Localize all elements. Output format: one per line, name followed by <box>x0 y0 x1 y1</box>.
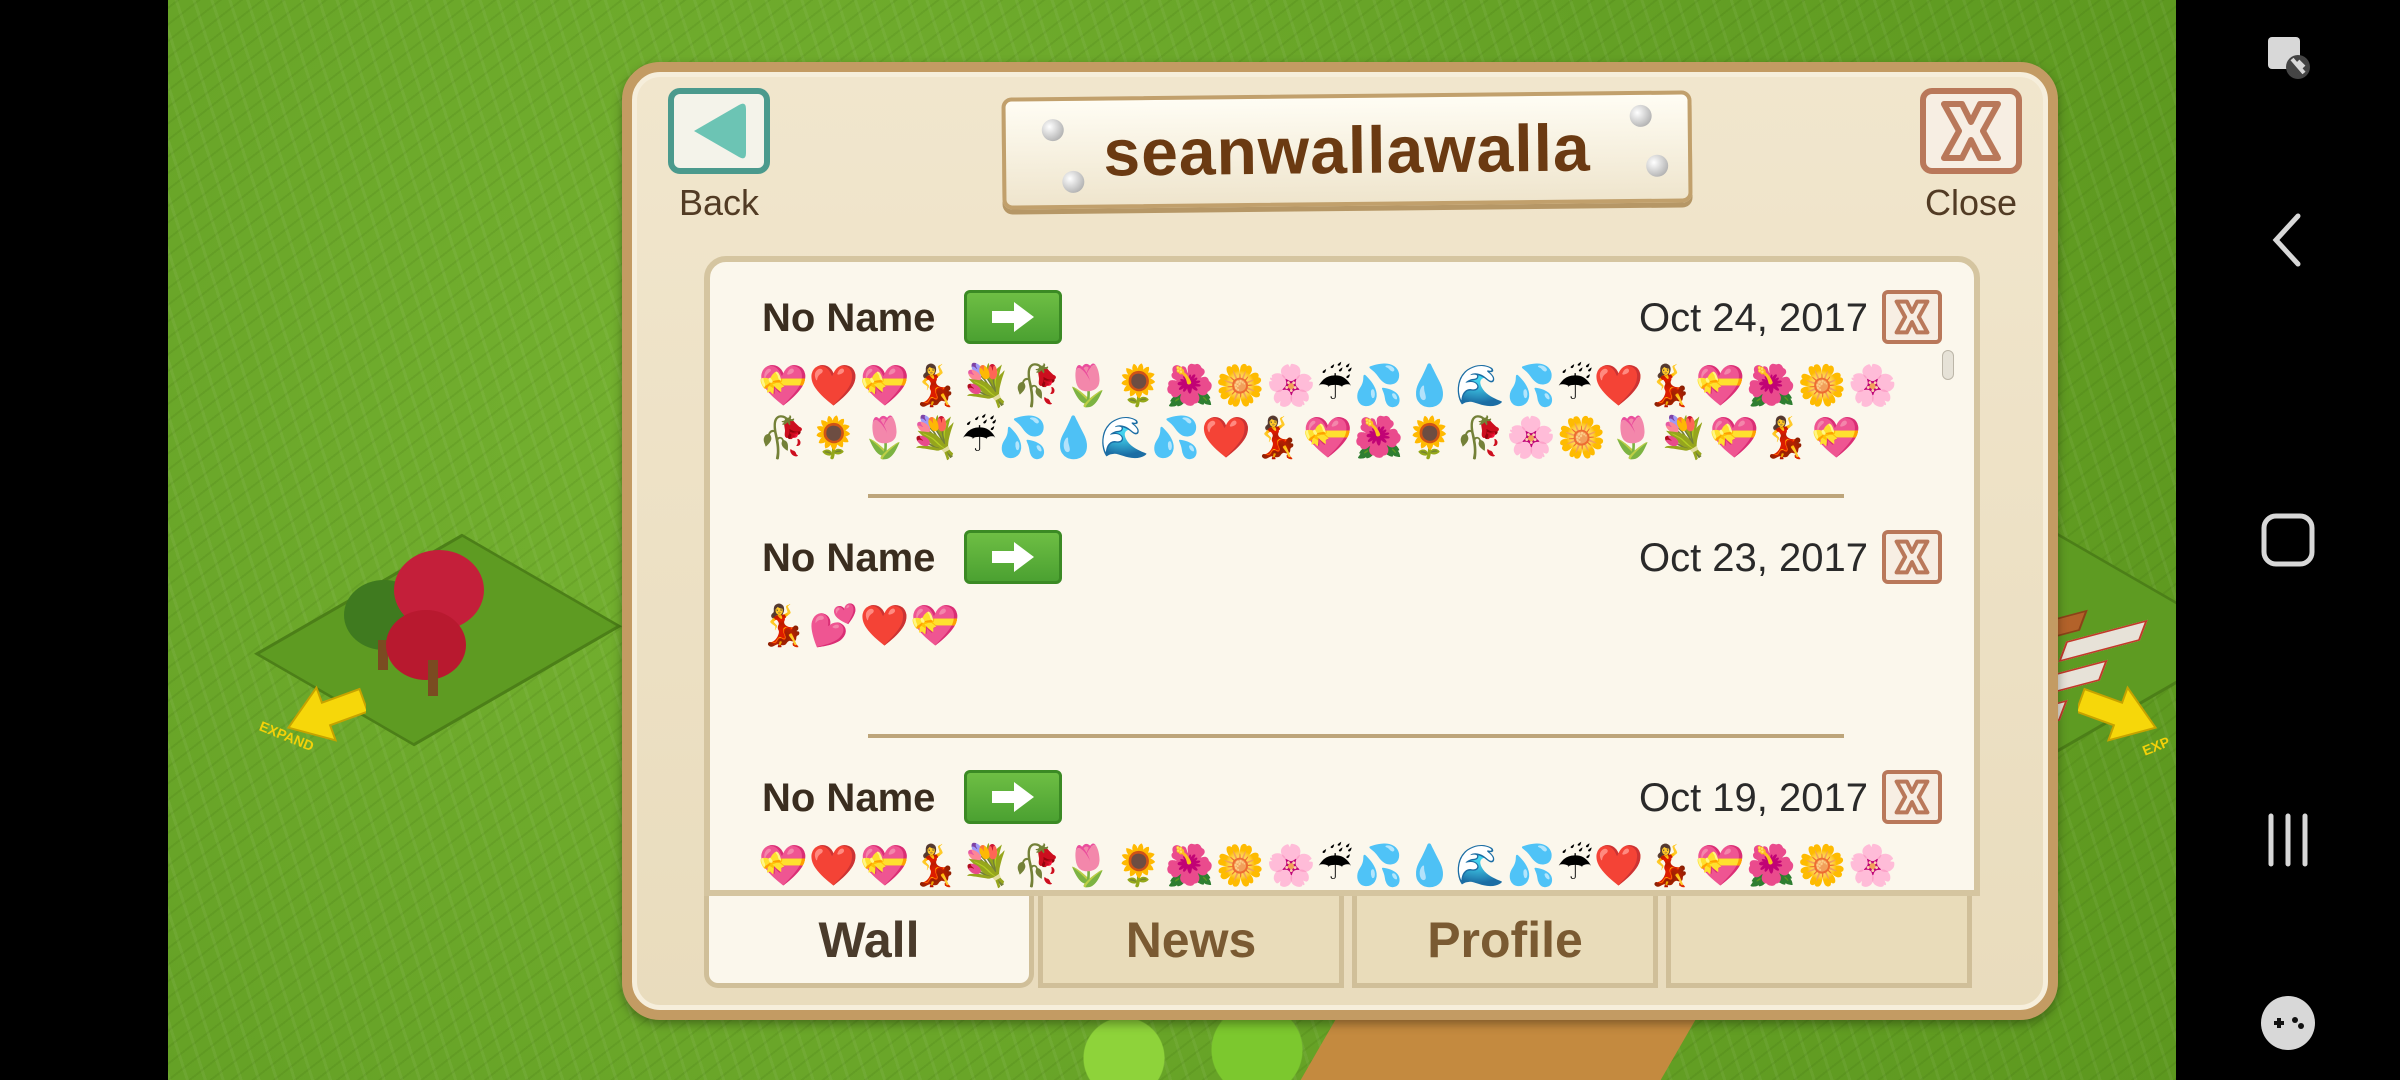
wall-list[interactable]: No Name Oct 24, 2017 💝❤️💝💃💐🥀🌷🌻🌺🌼🌸☔💦💧🌊💦☔❤… <box>704 256 1980 896</box>
tab-bar: Wall News Profile <box>704 896 1980 988</box>
post-divider <box>868 494 1844 498</box>
page-title: seanwallawalla <box>1102 110 1592 190</box>
visit-button[interactable] <box>964 770 1062 824</box>
wall-post: No Name Oct 23, 2017 💃💕❤️💝 <box>710 502 1974 742</box>
scrollbar-thumb[interactable] <box>1942 350 1954 380</box>
nail-icon <box>1646 154 1669 177</box>
post-date: Oct 19, 2017 <box>1638 776 1868 820</box>
home-nav-button[interactable] <box>2176 500 2400 580</box>
game-tools-button[interactable] <box>2176 988 2400 1058</box>
post-author: No Name <box>762 536 936 580</box>
left-triangle-icon <box>694 103 746 159</box>
screen-capture-icon <box>2268 37 2310 79</box>
delete-post-button[interactable] <box>1882 530 1942 584</box>
recents-nav-button[interactable] <box>2176 800 2400 880</box>
post-message: 💝❤️💝💃💐🥀🌷🌻🌺🌼🌸☔💦💧🌊💦☔❤️💃💝🌺🌼🌸🥀🌻🌷💐☔💦💧🌊💦❤️💃💝🌺🌻… <box>758 363 1899 461</box>
delete-post-button[interactable] <box>1882 290 1942 344</box>
visit-button[interactable] <box>964 290 1062 344</box>
right-arrow-icon <box>992 302 1034 332</box>
post-author: No Name <box>762 296 936 340</box>
close-button[interactable] <box>1920 88 2022 174</box>
post-author: No Name <box>762 776 936 820</box>
wall-post: No Name Oct 19, 2017 💝❤️💝💃💐🥀🌷🌻🌺🌼🌸☔💦💧🌊💦☔❤… <box>710 742 1974 890</box>
chevron-left-icon <box>2272 213 2301 267</box>
screen-capture-button[interactable] <box>2176 22 2400 92</box>
wall-post: No Name Oct 24, 2017 💝❤️💝💃💐🥀🌷🌻🌺🌼🌸☔💦💧🌊💦☔❤… <box>710 262 1974 502</box>
nail-icon <box>1062 170 1085 193</box>
back-label: Back <box>678 182 760 223</box>
back-button[interactable] <box>668 88 770 174</box>
post-date: Oct 23, 2017 <box>1638 536 1868 580</box>
tab-news[interactable]: News <box>1038 896 1344 988</box>
game-background: EXPAND EXP Back seanwallawalla Close No … <box>168 0 2176 1080</box>
home-square-icon <box>2261 513 2315 567</box>
post-message: 💝❤️💝💃💐🥀🌷🌻🌺🌼🌸☔💦💧🌊💦☔❤️💃💝🌺🌼🌸 <box>758 843 1899 889</box>
delete-post-button[interactable] <box>1882 770 1942 824</box>
visit-button[interactable] <box>964 530 1062 584</box>
flowering-tree <box>386 610 466 680</box>
right-arrow-icon <box>992 782 1034 812</box>
nail-icon <box>1629 104 1652 128</box>
nail-icon <box>1041 118 1064 142</box>
expand-arrow-right-icon[interactable] <box>2078 684 2158 744</box>
tab-wall[interactable]: Wall <box>704 896 1034 988</box>
post-date: Oct 24, 2017 <box>1638 296 1868 340</box>
right-arrow-icon <box>992 542 1034 572</box>
tree-trunk <box>428 660 438 696</box>
x-icon <box>1894 299 1930 335</box>
animal-pen <box>1300 1020 1696 1080</box>
back-nav-button[interactable] <box>2176 200 2400 280</box>
x-icon <box>1894 779 1930 815</box>
post-message: 💃💕❤️💝 <box>758 603 962 649</box>
recents-icon <box>2268 813 2308 867</box>
x-icon <box>1941 101 2001 161</box>
close-label: Close <box>1924 182 2018 223</box>
title-sign: seanwallawalla <box>1001 90 1693 210</box>
system-nav-bar <box>2176 0 2400 1080</box>
tab-profile[interactable]: Profile <box>1352 896 1658 988</box>
profile-dialog: Back seanwallawalla Close No Name Oct 24… <box>622 62 2058 1020</box>
post-divider <box>868 734 1844 738</box>
gamepad-icon <box>2261 996 2315 1050</box>
tab-empty <box>1666 896 1972 988</box>
x-icon <box>1894 539 1930 575</box>
